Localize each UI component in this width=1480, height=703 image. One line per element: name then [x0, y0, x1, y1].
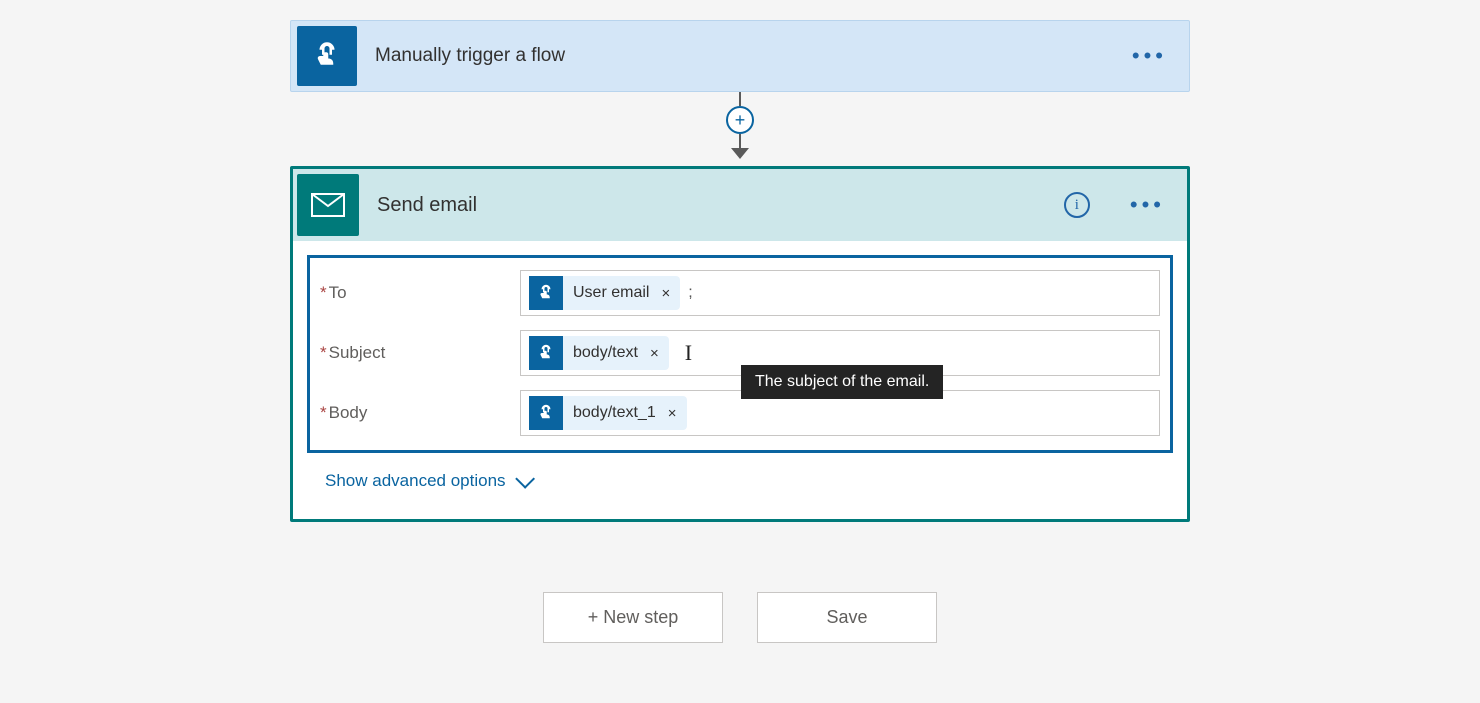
- close-icon[interactable]: ×: [646, 345, 669, 362]
- field-row-body: *Body body/text_1 ×: [320, 390, 1160, 436]
- mail-icon: [297, 174, 359, 236]
- touch-icon: [297, 26, 357, 86]
- token-bodytext[interactable]: body/text ×: [529, 336, 669, 370]
- action-header[interactable]: Send email i •••: [293, 169, 1187, 241]
- token-label: body/text_1: [563, 404, 664, 422]
- close-icon[interactable]: ×: [664, 405, 687, 422]
- fields-group: *To User email × ;: [307, 255, 1173, 453]
- touch-icon: [529, 396, 563, 430]
- arrow-down-icon: [731, 148, 749, 159]
- touch-icon: [529, 336, 563, 370]
- more-icon[interactable]: •••: [1108, 192, 1187, 218]
- connector-line: [739, 92, 741, 106]
- subject-input[interactable]: body/text × I The subject of the email.: [520, 330, 1160, 376]
- required-asterisk: *: [320, 343, 327, 362]
- trigger-card[interactable]: Manually trigger a flow •••: [290, 20, 1190, 92]
- action-title: Send email: [377, 194, 1064, 217]
- required-asterisk: *: [320, 283, 327, 302]
- body-label: Body: [329, 403, 368, 422]
- field-label: *Body: [320, 403, 520, 423]
- subject-label: Subject: [329, 343, 386, 362]
- info-icon[interactable]: i: [1064, 192, 1090, 218]
- more-icon[interactable]: •••: [1110, 43, 1189, 69]
- chevron-down-icon: [515, 469, 535, 489]
- token-label: body/text: [563, 344, 646, 362]
- trigger-title: Manually trigger a flow: [375, 45, 1110, 67]
- touch-icon: [529, 276, 563, 310]
- field-row-to: *To User email × ;: [320, 270, 1160, 316]
- tooltip: The subject of the email.: [741, 365, 943, 399]
- show-advanced-options-link[interactable]: Show advanced options: [325, 471, 1173, 491]
- advanced-options-label: Show advanced options: [325, 471, 506, 491]
- token-bodytext1[interactable]: body/text_1 ×: [529, 396, 687, 430]
- field-label: *To: [320, 283, 520, 303]
- close-icon[interactable]: ×: [657, 285, 680, 302]
- required-asterisk: *: [320, 403, 327, 422]
- to-label: To: [329, 283, 347, 302]
- new-step-button[interactable]: + New step: [543, 592, 723, 643]
- bottom-buttons: + New step Save: [290, 592, 1190, 643]
- save-button[interactable]: Save: [757, 592, 937, 643]
- add-step-icon[interactable]: +: [726, 106, 754, 134]
- connector-line: [739, 134, 741, 148]
- text-cursor-icon: I: [685, 340, 692, 366]
- field-row-subject: *Subject body/text × I The subject of th…: [320, 330, 1160, 376]
- token-label: User email: [563, 284, 657, 302]
- separator: ;: [688, 284, 692, 302]
- field-label: *Subject: [320, 343, 520, 363]
- action-card: Send email i ••• *To User email: [290, 166, 1190, 522]
- token-user-email[interactable]: User email ×: [529, 276, 680, 310]
- flow-connector: +: [290, 92, 1190, 166]
- to-input[interactable]: User email × ;: [520, 270, 1160, 316]
